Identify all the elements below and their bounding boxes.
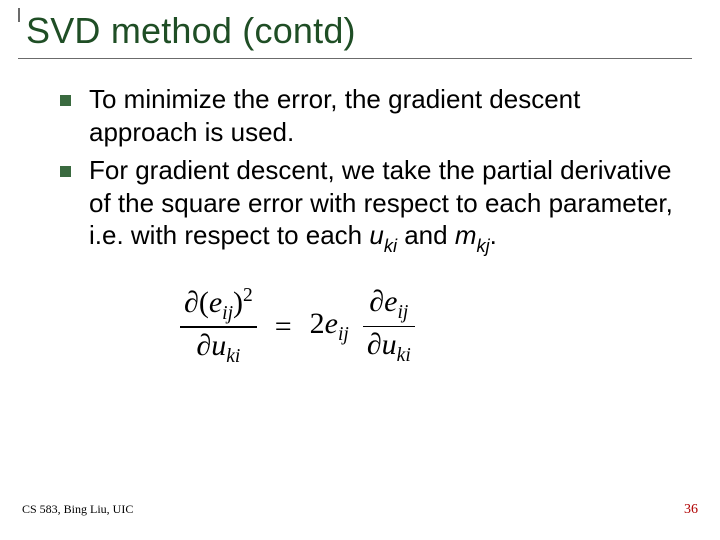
text-span: To minimize the error, the [89,84,388,114]
equation: ∂(eij)2 ∂uki = 2eij ∂eij [180,286,680,367]
bullet-marker-icon [60,166,71,177]
bullet-text: To minimize the error, the gradient desc… [89,83,680,148]
denominator: ∂uki [363,329,415,366]
partial-symbol: ∂ [184,286,199,319]
fraction-lhs: ∂(eij)2 ∂uki [180,286,257,367]
bullet-text: For gradient descent, we take the partia… [89,154,680,256]
math-subscript: ki [226,346,240,367]
math-var: e [209,286,222,319]
math-subscript: ij [222,303,233,324]
partial-symbol: ∂ [369,285,384,318]
partial-symbol: ∂ [367,328,382,361]
math-var: e [384,285,397,318]
math-var: e [325,307,338,340]
math-subscript: ij [338,324,349,345]
math-var: u [382,328,397,361]
text-span: . [490,220,497,250]
slide: SVD method (contd) To minimize the error… [0,0,720,540]
numerator: ∂(eij)2 [180,286,257,324]
footer-attribution: CS 583, Bing Liu, UIC [22,502,133,517]
bullet-item: For gradient descent, we take the partia… [60,154,680,256]
bullet-item: To minimize the error, the gradient desc… [60,83,680,148]
equation-block: ∂(eij)2 ∂uki = 2eij ∂eij [180,286,680,367]
coeff: 2eij [310,307,349,346]
partial-symbol: ∂ [196,329,211,362]
slide-body: To minimize the error, the gradient desc… [12,83,708,367]
math-var: u [369,220,383,250]
math-superscript: 2 [243,285,253,306]
math-subscript: ki [397,345,411,366]
math-var: m [455,220,477,250]
title-rule: SVD method (contd) [18,8,692,59]
text-emphasis: gradient descent [388,84,580,114]
slide-title: SVD method (contd) [26,10,692,52]
text-span: and [397,220,455,250]
text-span: approach is used. [89,117,294,147]
slide-footer: CS 583, Bing Liu, UIC 36 [22,502,698,518]
math-var: u [211,329,226,362]
math-subscript: ij [397,302,408,323]
numerator: ∂eij [365,286,412,323]
bullet-marker-icon [60,95,71,106]
denominator: ∂uki [192,330,244,367]
fraction-bar [363,326,415,327]
equals-sign: = [271,310,296,344]
slide-number: 36 [684,502,698,518]
math-subscript: ki [384,236,397,256]
math-number: 2 [310,307,325,340]
math-subscript: kj [476,236,489,256]
fraction-rhs: ∂eij ∂uki [363,286,415,366]
fraction-bar [180,326,257,327]
